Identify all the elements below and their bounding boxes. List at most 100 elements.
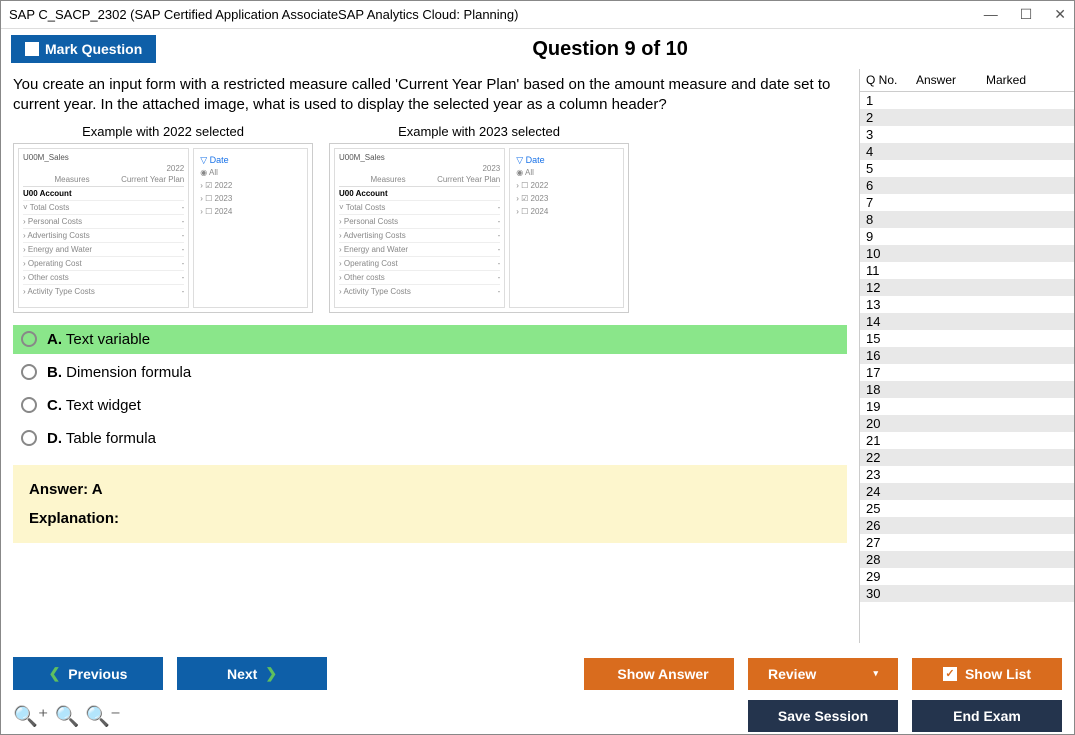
next-label: Next: [227, 666, 257, 682]
window-title: SAP C_SACP_2302 (SAP Certified Applicati…: [9, 7, 518, 22]
footer-row1: ❮ Previous Next ❯ Show Answer Review ▾ ✓…: [13, 657, 1062, 690]
review-label: Review: [768, 666, 816, 682]
answer-option[interactable]: D. Table formula: [13, 424, 847, 453]
radio-icon: [21, 397, 37, 413]
show-list-button[interactable]: ✓ Show List: [912, 658, 1062, 690]
minimize-icon[interactable]: —: [984, 6, 998, 23]
filter-preview: ▽ Date◉ All› ☐ 2022› ☑ 2023› ☐ 2024: [509, 148, 624, 308]
sidebar-list[interactable]: 1234567891011121314151617181920212223242…: [860, 92, 1074, 643]
question-nav-row[interactable]: 20: [860, 415, 1074, 432]
question-nav-row[interactable]: 30: [860, 585, 1074, 602]
question-nav-row[interactable]: 24: [860, 483, 1074, 500]
checkbox-checked-icon: ✓: [943, 667, 957, 681]
question-nav-row[interactable]: 9: [860, 228, 1074, 245]
show-answer-label: Show Answer: [617, 666, 708, 682]
radio-icon: [21, 364, 37, 380]
option-text: C. Text widget: [47, 397, 141, 414]
question-nav-row[interactable]: 5: [860, 160, 1074, 177]
answer-option[interactable]: B. Dimension formula: [13, 358, 847, 387]
image-panel: U00M_Sales2022MeasuresCurrent Year PlanU…: [13, 143, 313, 313]
question-nav-row[interactable]: 8: [860, 211, 1074, 228]
close-icon[interactable]: ✕: [1054, 6, 1066, 23]
question-nav-row[interactable]: 11: [860, 262, 1074, 279]
question-nav-row[interactable]: 28: [860, 551, 1074, 568]
previous-button[interactable]: ❮ Previous: [13, 657, 163, 690]
end-exam-label: End Exam: [953, 708, 1021, 724]
question-nav-row[interactable]: 25: [860, 500, 1074, 517]
main: You create an input form with a restrict…: [1, 69, 1074, 643]
question-text: You create an input form with a restrict…: [13, 75, 847, 116]
question-nav-row[interactable]: 16: [860, 347, 1074, 364]
explanation-label: Explanation:: [29, 510, 831, 527]
question-nav-row[interactable]: 12: [860, 279, 1074, 296]
answer-option[interactable]: C. Text widget: [13, 391, 847, 420]
question-nav-row[interactable]: 27: [860, 534, 1074, 551]
answer-option[interactable]: A. Text variable: [13, 325, 847, 354]
question-nav-row[interactable]: 4: [860, 143, 1074, 160]
show-answer-button[interactable]: Show Answer: [584, 658, 734, 690]
question-nav-row[interactable]: 1: [860, 92, 1074, 109]
show-list-label: Show List: [965, 666, 1031, 682]
question-nav-row[interactable]: 6: [860, 177, 1074, 194]
question-nav-row[interactable]: 7: [860, 194, 1074, 211]
question-nav-row[interactable]: 13: [860, 296, 1074, 313]
col-marked: Marked: [986, 73, 1046, 87]
answer-box: Answer: A Explanation:: [13, 465, 847, 543]
table-preview: U00M_Sales2022MeasuresCurrent Year PlanU…: [18, 148, 189, 308]
question-nav-row[interactable]: 14: [860, 313, 1074, 330]
mark-label: Mark Question: [45, 41, 142, 57]
zoom-icon[interactable]: 🔍: [54, 704, 79, 729]
radio-icon: [21, 430, 37, 446]
image-caption: Example with 2023 selected: [329, 124, 629, 139]
checkbox-icon: [25, 42, 39, 56]
footer: ❮ Previous Next ❯ Show Answer Review ▾ ✓…: [1, 649, 1074, 734]
question-nav-row[interactable]: 10: [860, 245, 1074, 262]
mark-question-button[interactable]: Mark Question: [11, 35, 156, 63]
example-image: Example with 2022 selected U00M_Sales2022…: [13, 124, 313, 313]
chevron-right-icon: ❯: [265, 665, 277, 682]
end-exam-button[interactable]: End Exam: [912, 700, 1062, 732]
image-caption: Example with 2022 selected: [13, 124, 313, 139]
save-session-button[interactable]: Save Session: [748, 700, 898, 732]
zoom-out-icon[interactable]: 🔍⁻: [85, 704, 120, 729]
option-text: A. Text variable: [47, 331, 150, 348]
option-text: D. Table formula: [47, 430, 156, 447]
zoom-in-icon[interactable]: 🔍⁺: [13, 704, 48, 729]
table-preview: U00M_Sales2023MeasuresCurrent Year PlanU…: [334, 148, 505, 308]
radio-icon: [21, 331, 37, 347]
content: You create an input form with a restrict…: [1, 69, 859, 643]
images-row: Example with 2022 selected U00M_Sales2022…: [13, 124, 847, 313]
chevron-left-icon: ❮: [49, 665, 61, 682]
question-nav-row[interactable]: 18: [860, 381, 1074, 398]
maximize-icon[interactable]: ☐: [1020, 6, 1033, 23]
review-button[interactable]: Review ▾: [748, 658, 898, 690]
question-nav-row[interactable]: 23: [860, 466, 1074, 483]
question-nav-row[interactable]: 15: [860, 330, 1074, 347]
question-title: Question 9 of 10: [156, 38, 1064, 61]
question-nav-row[interactable]: 19: [860, 398, 1074, 415]
option-text: B. Dimension formula: [47, 364, 191, 381]
question-nav-row[interactable]: 3: [860, 126, 1074, 143]
titlebar: SAP C_SACP_2302 (SAP Certified Applicati…: [1, 1, 1074, 29]
image-panel: U00M_Sales2023MeasuresCurrent Year PlanU…: [329, 143, 629, 313]
window-controls: — ☐ ✕: [984, 6, 1066, 23]
answer-label: Answer: A: [29, 481, 831, 498]
question-nav-row[interactable]: 22: [860, 449, 1074, 466]
question-nav-row[interactable]: 17: [860, 364, 1074, 381]
sidebar: Q No. Answer Marked 12345678910111213141…: [859, 69, 1074, 643]
next-button[interactable]: Next ❯: [177, 657, 327, 690]
col-qno: Q No.: [866, 73, 916, 87]
header: Mark Question Question 9 of 10: [1, 29, 1074, 69]
sidebar-header: Q No. Answer Marked: [860, 69, 1074, 92]
chevron-down-icon: ▾: [873, 668, 878, 679]
options: A. Text variable B. Dimension formula C. T…: [13, 325, 847, 453]
question-nav-row[interactable]: 21: [860, 432, 1074, 449]
question-nav-row[interactable]: 29: [860, 568, 1074, 585]
zoom-controls: 🔍⁺ 🔍 🔍⁻: [13, 704, 121, 729]
question-nav-row[interactable]: 26: [860, 517, 1074, 534]
previous-label: Previous: [68, 666, 127, 682]
footer-row2: 🔍⁺ 🔍 🔍⁻ Save Session End Exam: [13, 700, 1062, 732]
save-session-label: Save Session: [778, 708, 868, 724]
col-answer: Answer: [916, 73, 986, 87]
question-nav-row[interactable]: 2: [860, 109, 1074, 126]
